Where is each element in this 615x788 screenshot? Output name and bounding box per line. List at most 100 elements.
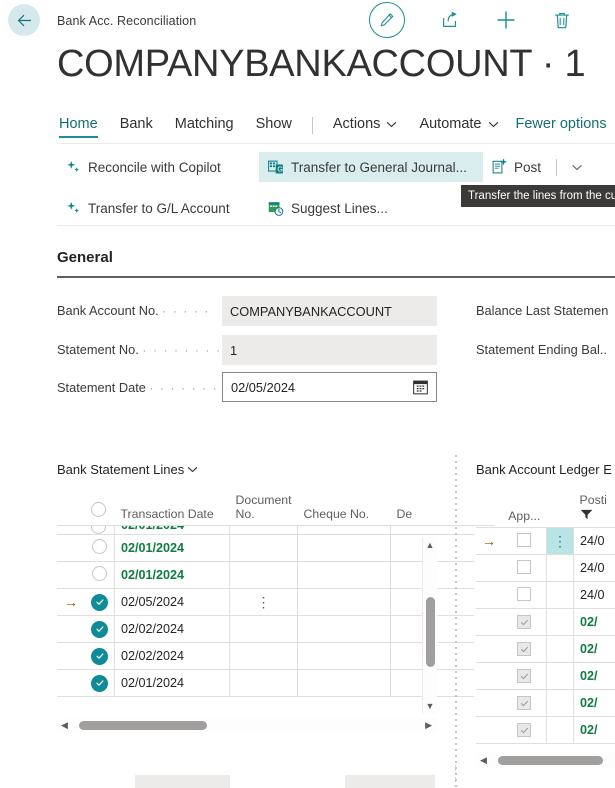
applied-checkbox-checked[interactable] xyxy=(517,669,532,684)
bank-statement-lines-heading[interactable]: Bank Statement Lines xyxy=(57,462,198,477)
hscroll-thumb[interactable] xyxy=(498,756,603,765)
table-row[interactable]: 24/0 xyxy=(476,581,615,610)
statement-no-field[interactable]: 1 xyxy=(222,335,437,365)
scroll-down-arrow[interactable]: ▼ xyxy=(426,701,435,711)
cell-applied[interactable] xyxy=(502,527,548,556)
applied-checkbox-checked[interactable] xyxy=(517,615,532,630)
delete-button[interactable] xyxy=(547,5,577,35)
cell-select[interactable] xyxy=(85,561,115,590)
applied-checkbox[interactable] xyxy=(517,586,532,601)
cell-select[interactable] xyxy=(85,525,115,536)
vscroll-thumb[interactable] xyxy=(426,597,435,667)
bank-account-ledger-entries-heading[interactable]: Bank Account Ledger E xyxy=(476,462,612,477)
cell-applied[interactable] xyxy=(502,662,548,691)
cell-row-menu[interactable]: ⋮ xyxy=(228,588,299,617)
row-radio[interactable] xyxy=(91,525,106,534)
filter-icon[interactable] xyxy=(580,509,593,520)
cell-applied[interactable] xyxy=(502,554,548,583)
col-document-no[interactable]: Document No. xyxy=(229,493,298,527)
cell-applied[interactable] xyxy=(502,608,548,637)
table-row[interactable]: 02/ xyxy=(476,716,615,745)
tab-bank[interactable]: Bank xyxy=(109,116,164,138)
post-dropdown-button[interactable] xyxy=(563,152,591,182)
scroll-left-arrow[interactable]: ◀ xyxy=(480,755,487,766)
applied-checkbox-checked[interactable] xyxy=(517,696,532,711)
new-button[interactable] xyxy=(491,5,521,35)
applied-checkbox-checked[interactable] xyxy=(517,723,532,738)
table-row-selected[interactable]: → ⋮ 24/0 xyxy=(476,527,615,556)
table-row-clipped[interactable]: 02/01/2024 xyxy=(57,525,495,536)
table-row[interactable]: 02/ xyxy=(476,689,615,718)
menu-automate[interactable]: Automate xyxy=(408,116,509,138)
tooltip: Transfer the lines from the cu xyxy=(461,185,615,207)
row-radio-checked[interactable] xyxy=(91,593,108,611)
edit-button[interactable] xyxy=(369,2,405,38)
table-row[interactable]: 02/ xyxy=(476,662,615,691)
cell-applied[interactable] xyxy=(502,635,548,664)
applied-checkbox[interactable] xyxy=(517,532,532,547)
cell-select[interactable] xyxy=(85,615,115,644)
back-button[interactable] xyxy=(8,4,40,36)
cell-select[interactable] xyxy=(85,588,115,617)
cell-row-menu[interactable] xyxy=(546,554,575,583)
tab-matching[interactable]: Matching xyxy=(164,116,245,138)
menu-actions[interactable]: Actions xyxy=(322,116,409,138)
cell-select[interactable] xyxy=(85,669,115,698)
statement-date-field[interactable]: 02/05/2024 xyxy=(222,372,437,402)
transfer-to-gl-account-button[interactable]: Transfer to G/L Account xyxy=(57,193,259,223)
col-cheque-no[interactable]: Cheque No. xyxy=(297,493,391,527)
cell-select[interactable] xyxy=(85,642,115,671)
col-description[interactable]: De xyxy=(390,493,474,527)
row-menu-icon[interactable]: ⋮ xyxy=(236,595,291,609)
cell-row-menu[interactable] xyxy=(546,716,575,745)
table-row[interactable]: 02/ xyxy=(476,608,615,637)
tab-matching-label: Matching xyxy=(174,116,234,132)
tab-show[interactable]: Show xyxy=(245,116,303,138)
fewer-options-link[interactable]: Fewer options xyxy=(510,116,613,138)
scroll-right-arrow[interactable]: ▶ xyxy=(425,720,432,731)
tab-bar-divider xyxy=(57,143,615,144)
applied-checkbox[interactable] xyxy=(517,559,532,574)
row-radio-checked[interactable] xyxy=(91,674,108,692)
cell-row-menu[interactable] xyxy=(546,608,575,637)
row-radio-checked[interactable] xyxy=(91,620,108,638)
breadcrumb[interactable]: Bank Acc. Reconciliation xyxy=(57,14,196,28)
bank-account-no-field[interactable]: COMPANYBANKACCOUNT xyxy=(222,296,437,326)
row-radio-checked[interactable] xyxy=(91,647,108,665)
row-menu-icon[interactable]: ⋮ xyxy=(553,534,567,548)
statement-lines-vscrollbar[interactable]: ▲ ▼ xyxy=(422,537,437,714)
applied-checkbox-checked[interactable] xyxy=(517,642,532,657)
cell-row-menu[interactable] xyxy=(546,662,575,691)
select-all-radio[interactable] xyxy=(91,502,106,518)
panel-splitter[interactable] xyxy=(455,455,457,788)
hscroll-thumb[interactable] xyxy=(79,721,207,730)
cell-applied[interactable] xyxy=(502,581,548,610)
label-dots: · · · · · xyxy=(162,304,211,318)
reconcile-with-copilot-button[interactable]: Reconcile with Copilot xyxy=(57,152,259,182)
tab-home[interactable]: Home xyxy=(57,116,109,138)
cell-row-menu[interactable]: ⋮ xyxy=(546,527,575,556)
suggest-lines-button[interactable]: Suggest Lines... xyxy=(259,193,483,223)
col-transaction-date[interactable]: Transaction Date xyxy=(114,493,230,527)
transfer-to-general-journal-button[interactable]: G Transfer to General Journal... xyxy=(259,152,483,182)
row-radio[interactable] xyxy=(92,566,107,582)
ledger-entries-hscrollbar[interactable]: ◀ xyxy=(476,753,615,768)
copilot-sparkle-icon xyxy=(67,160,80,172)
scroll-left-arrow[interactable]: ◀ xyxy=(61,720,68,731)
table-row[interactable]: 24/0 xyxy=(476,554,615,583)
cell-row-menu[interactable] xyxy=(546,689,575,718)
cell-select[interactable] xyxy=(85,534,115,563)
cell-row-menu[interactable] xyxy=(546,581,575,610)
cell-applied[interactable] xyxy=(502,716,548,745)
statement-lines-hscrollbar[interactable]: ◀ ▶ xyxy=(57,718,437,733)
post-button[interactable]: Post xyxy=(483,152,550,182)
col-posting-date[interactable]: Posti xyxy=(573,493,615,529)
cell-applied[interactable] xyxy=(502,689,548,718)
calendar-icon[interactable] xyxy=(413,379,428,398)
cell-row-menu[interactable] xyxy=(546,635,575,664)
scroll-up-arrow[interactable]: ▲ xyxy=(426,540,435,550)
table-row[interactable]: 02/ xyxy=(476,635,615,664)
row-radio[interactable] xyxy=(92,539,107,555)
col-applied[interactable]: App... xyxy=(502,493,547,529)
share-button[interactable] xyxy=(435,5,465,35)
